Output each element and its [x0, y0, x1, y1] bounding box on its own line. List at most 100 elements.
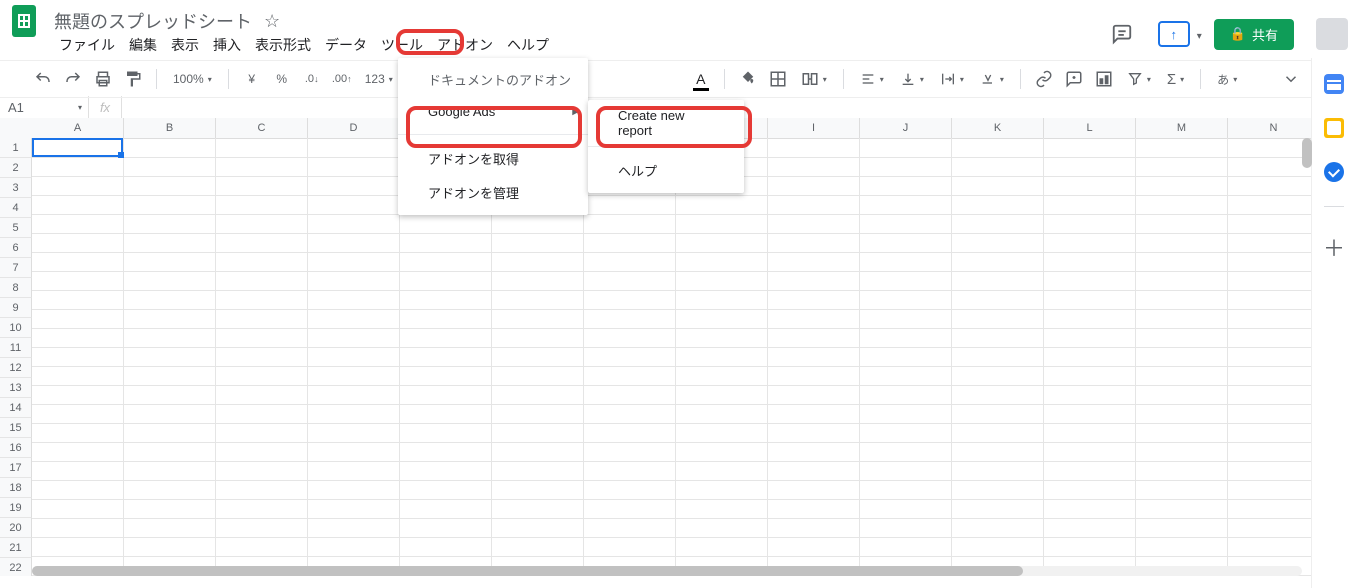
cell[interactable]: [768, 138, 860, 158]
cell[interactable]: [1228, 537, 1312, 557]
cell[interactable]: [216, 537, 308, 557]
cell[interactable]: [1136, 518, 1228, 538]
cell[interactable]: [768, 423, 860, 443]
cell[interactable]: [1044, 252, 1136, 272]
cell[interactable]: [676, 499, 768, 519]
menu-edit[interactable]: 編集: [122, 33, 164, 57]
cell[interactable]: [216, 138, 308, 158]
cell[interactable]: [216, 385, 308, 405]
row-header[interactable]: 6: [0, 238, 32, 258]
cell[interactable]: [1228, 442, 1312, 462]
row-header[interactable]: 20: [0, 518, 32, 538]
cell[interactable]: [492, 385, 584, 405]
cell[interactable]: [492, 214, 584, 234]
cell[interactable]: [952, 176, 1044, 196]
cell[interactable]: [216, 195, 308, 215]
cell[interactable]: [768, 347, 860, 367]
cell[interactable]: [1228, 195, 1312, 215]
row-header[interactable]: 2: [0, 158, 32, 178]
row-header[interactable]: 5: [0, 218, 32, 238]
cell[interactable]: [860, 537, 952, 557]
row-header[interactable]: 8: [0, 278, 32, 298]
cell[interactable]: [1228, 480, 1312, 500]
cell[interactable]: [860, 290, 952, 310]
cell[interactable]: [952, 385, 1044, 405]
cell[interactable]: [1044, 442, 1136, 462]
calendar-icon[interactable]: [1324, 74, 1344, 94]
cell[interactable]: [768, 499, 860, 519]
select-all-corner[interactable]: [0, 118, 33, 139]
cell[interactable]: [124, 480, 216, 500]
cell[interactable]: [308, 176, 400, 196]
cell[interactable]: [492, 271, 584, 291]
name-box[interactable]: A1 ▾: [0, 96, 89, 118]
cell[interactable]: [32, 347, 124, 367]
row-header[interactable]: 19: [0, 498, 32, 518]
cell[interactable]: [32, 309, 124, 329]
cell[interactable]: [492, 499, 584, 519]
cell[interactable]: [124, 271, 216, 291]
cell[interactable]: [124, 233, 216, 253]
column-header[interactable]: A: [32, 118, 124, 139]
cell[interactable]: [216, 157, 308, 177]
cell[interactable]: [768, 157, 860, 177]
cell[interactable]: [400, 423, 492, 443]
cell[interactable]: [584, 480, 676, 500]
cell[interactable]: [216, 252, 308, 272]
fill-color-icon[interactable]: [735, 67, 761, 91]
cell[interactable]: [124, 442, 216, 462]
cell[interactable]: [400, 233, 492, 253]
row-header[interactable]: 4: [0, 198, 32, 218]
h-align-icon[interactable]: ▾: [854, 71, 890, 87]
cell[interactable]: [400, 385, 492, 405]
cell[interactable]: [676, 480, 768, 500]
cell[interactable]: [1044, 233, 1136, 253]
cell[interactable]: [124, 423, 216, 443]
cell[interactable]: [860, 385, 952, 405]
cell[interactable]: [308, 271, 400, 291]
row-header[interactable]: 17: [0, 458, 32, 478]
cell[interactable]: [1228, 138, 1312, 158]
cell[interactable]: [400, 537, 492, 557]
addons-menu-google-ads[interactable]: Google Ads ▶: [398, 94, 588, 128]
cell[interactable]: [400, 271, 492, 291]
cell[interactable]: [492, 252, 584, 272]
decrease-decimal-icon[interactable]: .0↓: [299, 67, 325, 91]
cell[interactable]: [1044, 480, 1136, 500]
cell[interactable]: [32, 328, 124, 348]
cell[interactable]: [32, 290, 124, 310]
cell[interactable]: [1228, 366, 1312, 386]
cell[interactable]: [32, 499, 124, 519]
row-header[interactable]: 10: [0, 318, 32, 338]
cell[interactable]: [1136, 195, 1228, 215]
cell[interactable]: [400, 347, 492, 367]
cell[interactable]: [32, 176, 124, 196]
cell[interactable]: [676, 404, 768, 424]
cell[interactable]: [952, 290, 1044, 310]
cell[interactable]: [1044, 499, 1136, 519]
cell[interactable]: [124, 176, 216, 196]
cell[interactable]: [124, 157, 216, 177]
cell[interactable]: [768, 442, 860, 462]
menu-view[interactable]: 表示: [164, 33, 206, 57]
horizontal-scrollbar[interactable]: [32, 566, 1302, 576]
cell[interactable]: [492, 480, 584, 500]
cell[interactable]: [1228, 176, 1312, 196]
cell[interactable]: [32, 214, 124, 234]
cell[interactable]: [400, 499, 492, 519]
cell[interactable]: [952, 233, 1044, 253]
comment-icon[interactable]: [1061, 67, 1087, 91]
cell[interactable]: [952, 518, 1044, 538]
cell[interactable]: [400, 366, 492, 386]
borders-icon[interactable]: [765, 67, 791, 91]
chart-icon[interactable]: [1091, 67, 1117, 91]
cell[interactable]: [308, 309, 400, 329]
cell[interactable]: [400, 461, 492, 481]
cell[interactable]: [492, 328, 584, 348]
cell[interactable]: [32, 461, 124, 481]
column-header[interactable]: I: [768, 118, 860, 139]
cell[interactable]: [584, 423, 676, 443]
cell[interactable]: [492, 461, 584, 481]
cell[interactable]: [768, 195, 860, 215]
column-header[interactable]: M: [1136, 118, 1228, 139]
